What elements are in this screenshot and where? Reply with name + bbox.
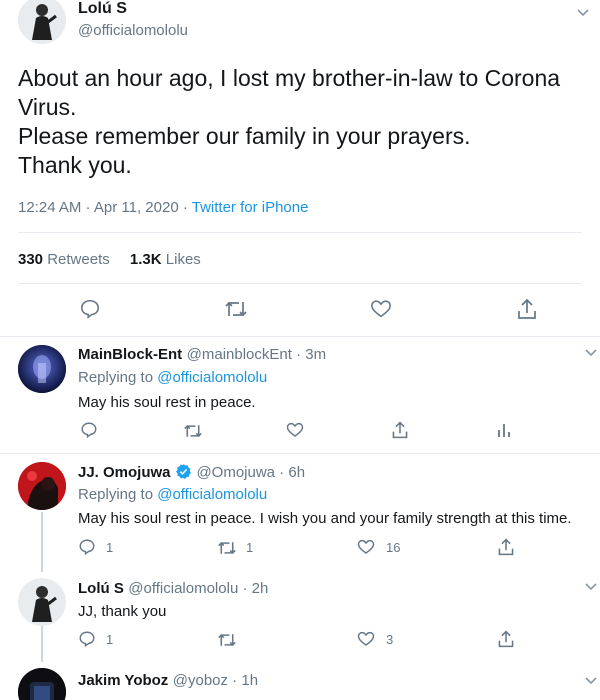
reply-handle-time[interactable]: @mainblockEnt · 3m xyxy=(187,346,326,363)
main-tweet-text: About an hour ago, I lost my brother-in-… xyxy=(18,64,593,180)
reply-icon[interactable] xyxy=(78,630,96,648)
replying-to-row: Replying to @officialomololu xyxy=(78,369,267,386)
divider xyxy=(0,453,600,454)
reply-avatar[interactable] xyxy=(18,668,66,700)
likes-label: Likes xyxy=(165,251,201,268)
retweet-icon[interactable] xyxy=(217,539,237,557)
replying-to-label: Replying to xyxy=(78,369,158,386)
reply-header: Jakim Yoboz @yoboz · 1h xyxy=(78,672,258,690)
likes-stat[interactable]: 1.3K Likes xyxy=(130,251,201,268)
like-icon[interactable] xyxy=(370,298,392,320)
like-count: 3 xyxy=(386,632,394,647)
replying-to-label: Replying to xyxy=(78,486,158,503)
tweet-text-line: Thank you. xyxy=(18,152,132,178)
share-icon[interactable] xyxy=(391,420,409,440)
verified-badge-icon xyxy=(175,463,192,480)
reply-author-name[interactable]: Jakim Yoboz xyxy=(78,672,168,689)
retweet-icon[interactable] xyxy=(183,422,203,440)
retweet-icon[interactable] xyxy=(217,631,237,649)
stats-row: 330 Retweets 1.3K Likes xyxy=(18,251,201,268)
reply-avatar[interactable] xyxy=(18,462,66,510)
reply-icon[interactable] xyxy=(80,421,98,439)
reply-avatar[interactable] xyxy=(18,578,66,626)
tweet-text-line: Virus. xyxy=(18,94,77,120)
share-icon[interactable] xyxy=(497,629,515,649)
likes-count: 1.3K xyxy=(129,251,162,268)
reply-handle-time[interactable]: @Omojuwa · 6h xyxy=(196,464,305,481)
reply-text: JJ, thank you xyxy=(78,603,167,620)
tweet-text-line: Please remember our family in your praye… xyxy=(18,123,471,149)
main-author-handle[interactable]: @officialomololu xyxy=(78,22,188,39)
retweets-stat[interactable]: 330 Retweets xyxy=(18,251,110,268)
reply-header: Lolú S @officialomololu · 2h xyxy=(78,580,268,598)
reply-author-name[interactable]: JJ. Omojuwa xyxy=(78,464,171,481)
reply-handle-time[interactable]: @officialomololu · 2h xyxy=(128,580,268,597)
reply-icon[interactable] xyxy=(79,298,101,320)
retweets-count: 330 xyxy=(18,251,44,268)
analytics-icon[interactable] xyxy=(497,422,511,438)
like-count: 16 xyxy=(386,540,401,555)
replying-to-link[interactable]: @officialomololu xyxy=(157,486,267,503)
main-avatar[interactable] xyxy=(18,0,66,44)
thread-connector xyxy=(41,512,43,572)
chevron-down-icon[interactable] xyxy=(576,8,590,18)
chevron-down-icon[interactable] xyxy=(584,582,598,592)
thread-connector xyxy=(41,626,43,662)
retweet-icon[interactable] xyxy=(224,298,248,320)
replying-to-row: Replying to @officialomololu xyxy=(78,486,267,503)
like-icon[interactable] xyxy=(357,538,375,556)
reply-text: May his soul rest in peace. I wish you a… xyxy=(78,510,572,527)
tweet-source-link[interactable]: Twitter for iPhone xyxy=(192,199,309,216)
main-author-name[interactable]: Lolú S xyxy=(78,0,127,18)
reply-avatar[interactable] xyxy=(18,345,66,393)
chevron-down-icon[interactable] xyxy=(584,348,598,358)
reply-author-name[interactable]: Lolú S xyxy=(78,580,124,597)
reply-header: JJ. Omojuwa @Omojuwa · 6h xyxy=(78,463,305,482)
chevron-down-icon[interactable] xyxy=(584,676,598,686)
tweet-text-line: About an hour ago, I lost my brother-in-… xyxy=(18,65,561,91)
reply-handle-time[interactable]: @yoboz · 1h xyxy=(173,672,258,689)
like-icon[interactable] xyxy=(286,421,304,439)
reply-count: 1 xyxy=(106,540,114,555)
reply-count: 1 xyxy=(106,632,114,647)
reply-author-name[interactable]: MainBlock-Ent xyxy=(78,346,182,363)
divider xyxy=(18,283,582,284)
like-icon[interactable] xyxy=(357,630,375,648)
retweets-label: Retweets xyxy=(47,251,110,268)
divider xyxy=(0,336,600,337)
reply-text: May his soul rest in peace. xyxy=(78,394,256,411)
replying-to-link[interactable]: @officialomololu xyxy=(157,369,267,386)
tweet-timestamp[interactable]: 12:24 AM · Apr 11, 2020 · xyxy=(18,199,192,216)
reply-header: MainBlock-Ent @mainblockEnt · 3m xyxy=(78,346,326,364)
share-icon[interactable] xyxy=(516,297,538,321)
reply-icon[interactable] xyxy=(78,538,96,556)
share-icon[interactable] xyxy=(497,537,515,557)
tweet-timestamp-row: 12:24 AM · Apr 11, 2020 · Twitter for iP… xyxy=(18,199,308,216)
retweet-count: 1 xyxy=(246,540,254,555)
divider xyxy=(18,232,582,233)
